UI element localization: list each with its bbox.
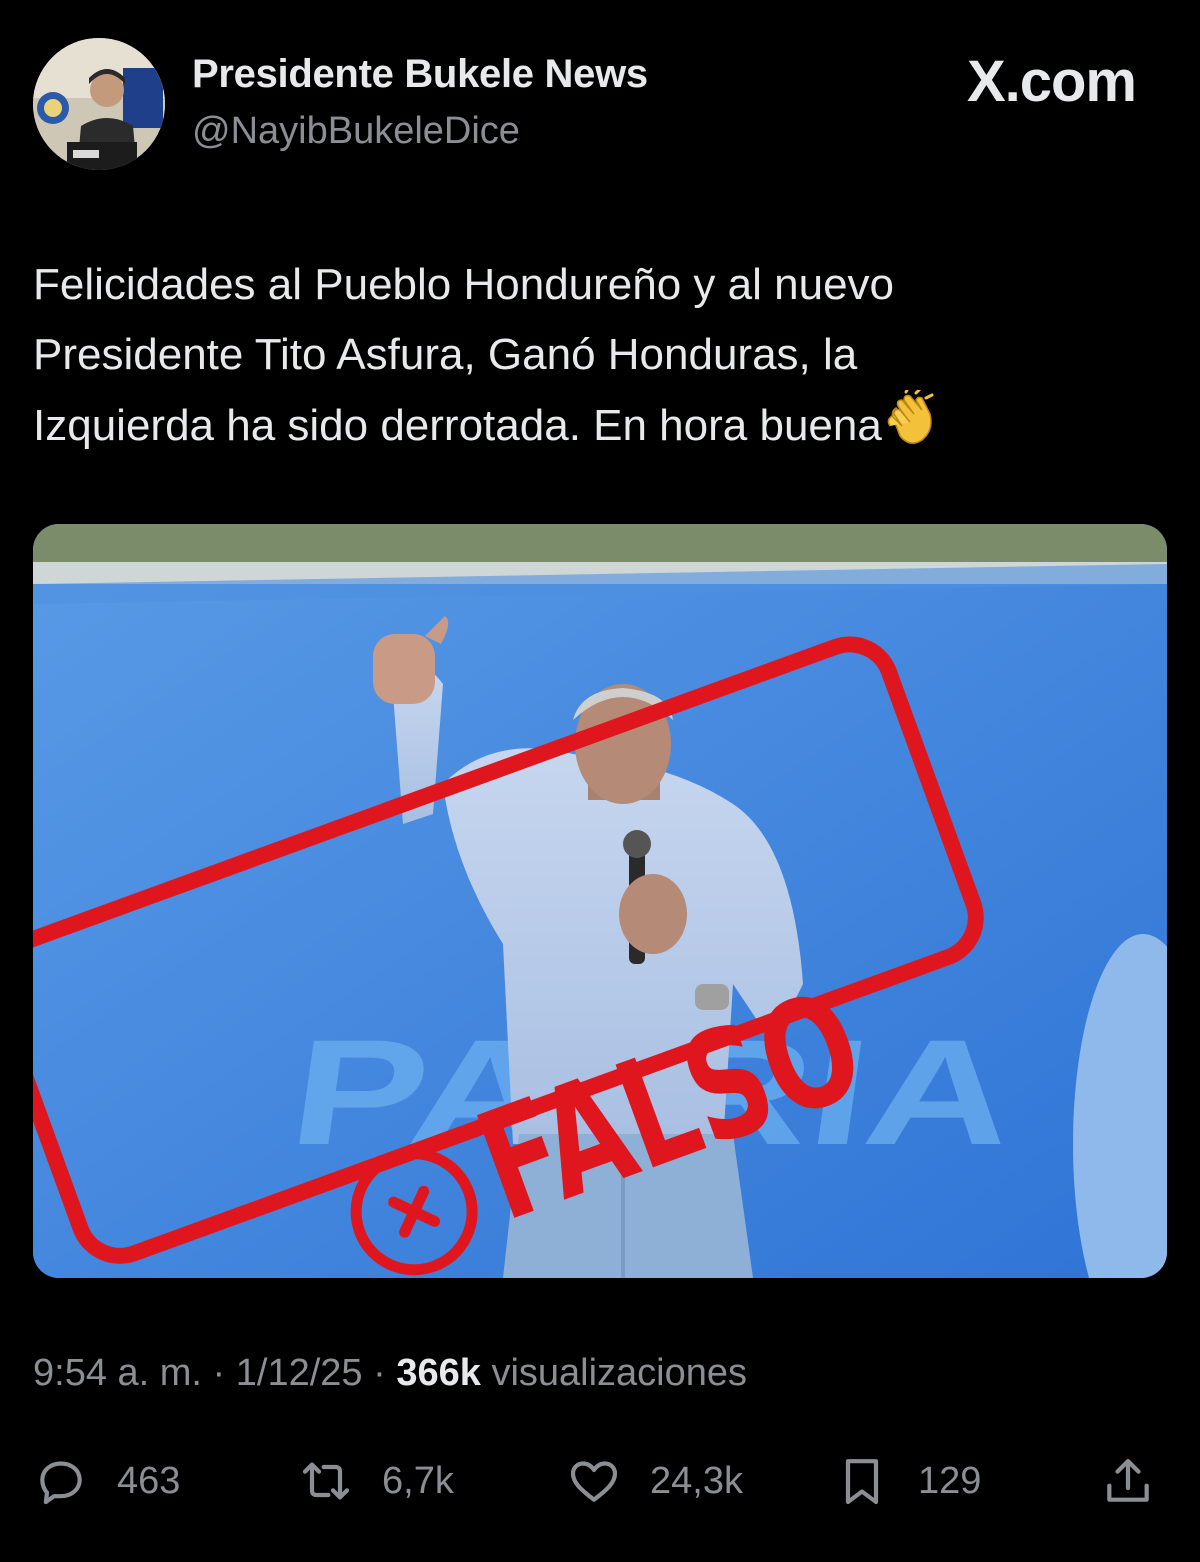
x-brand-logo: X.com: [966, 49, 1137, 114]
share-icon: [1107, 1459, 1149, 1502]
repost-icon: [302, 1462, 350, 1500]
like-button[interactable]: 24,3k: [566, 1446, 743, 1516]
tweet-media-image[interactable]: PATRIA FALSO: [33, 524, 1167, 1278]
repost-button[interactable]: 6,7k: [298, 1446, 454, 1516]
repost-count: 6,7k: [382, 1459, 454, 1502]
views-count: 366k: [396, 1352, 481, 1394]
clapping-hands-icon: [884, 386, 936, 467]
bookmark-icon: [845, 1459, 879, 1505]
account-display-name[interactable]: Presidente Bukele News: [192, 52, 648, 97]
bookmark-count: 129: [918, 1459, 982, 1502]
action-bar: 463 6,7k 24,3k 129: [0, 1446, 1200, 1516]
tweet-text: Felicidades al Pueblo Hondureño y al nue…: [33, 260, 895, 450]
reply-icon: [40, 1461, 82, 1505]
tweet-date[interactable]: 1/12/25: [236, 1352, 363, 1394]
like-count: 24,3k: [650, 1459, 743, 1502]
tweet-body: Felicidades al Pueblo Hondureño y al nue…: [33, 250, 1153, 467]
share-button[interactable]: [1100, 1446, 1156, 1516]
views-label: visualizaciones: [491, 1352, 748, 1394]
bookmark-button[interactable]: 129: [834, 1446, 981, 1516]
reply-button[interactable]: 463: [33, 1446, 180, 1516]
avatar-image: [33, 38, 165, 170]
heart-icon: [570, 1461, 618, 1502]
tweet-time[interactable]: 9:54 a. m.: [33, 1352, 202, 1394]
tweet-metadata: 9:54 a. m. · 1/12/25 · 366k visualizacio…: [33, 1352, 748, 1394]
profile-avatar[interactable]: [33, 38, 165, 170]
reply-count: 463: [117, 1459, 181, 1502]
account-handle[interactable]: @NayibBukeleDice: [192, 110, 520, 153]
